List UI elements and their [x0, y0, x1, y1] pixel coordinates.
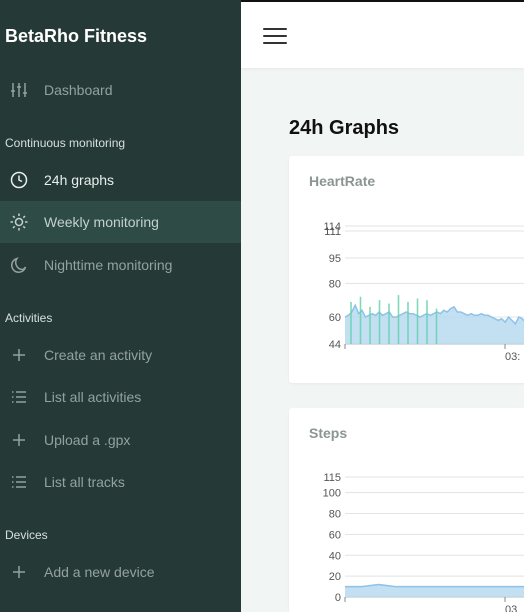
plus-icon: [10, 346, 28, 364]
sliders-icon: [10, 81, 28, 99]
section-title-activities: Activities: [5, 311, 53, 325]
steps-card: Steps 0 20 40 60 80 100 115 03: [289, 408, 524, 612]
sidebar-item-list-activities[interactable]: List all activities: [0, 376, 241, 418]
y-tick-label: 60: [329, 312, 341, 324]
app-brand[interactable]: BetaRho Fitness: [5, 26, 147, 47]
y-tick-label: 80: [329, 278, 341, 290]
moon-icon: [10, 256, 28, 274]
steps-chart[interactable]: 0 20 40 60 80 100 115 03: [289, 408, 524, 612]
sidebar-item-dashboard[interactable]: Dashboard: [0, 69, 241, 111]
sidebar: BetaRho Fitness Dashboard Continuous mon…: [0, 0, 241, 612]
plus-icon: [10, 563, 28, 581]
page-title: 24h Graphs: [289, 117, 400, 139]
sidebar-item-add-device[interactable]: Add a new device: [0, 551, 241, 593]
sidebar-item-label: Nighttime monitoring: [44, 257, 173, 273]
series-area: [345, 305, 524, 344]
sun-icon: [10, 213, 28, 231]
y-tick-label: 40: [329, 550, 341, 562]
y-tick-label: 95: [329, 253, 341, 265]
y-tick-label: 60: [329, 529, 341, 541]
section-title-devices: Devices: [5, 528, 48, 542]
sidebar-item-label: Dashboard: [44, 82, 113, 98]
sidebar-item-label: Create an activity: [44, 347, 153, 363]
y-tick-label: 100: [323, 488, 341, 500]
hamburger-icon[interactable]: [263, 26, 287, 46]
sidebar-item-24h-graphs[interactable]: 24h graphs: [0, 159, 241, 201]
list-icon: [10, 388, 28, 406]
y-tick-label: 44: [329, 339, 341, 351]
sidebar-item-upload-gpx[interactable]: Upload a .gpx: [0, 419, 241, 461]
y-tick-label: 0: [335, 592, 341, 604]
x-tick-label: 03:: [505, 351, 520, 363]
topbar: [241, 0, 524, 68]
list-icon: [10, 606, 28, 612]
heartrate-card: HeartRate 44 60 80 95 111 114 03:: [289, 156, 524, 383]
heartrate-chart[interactable]: 4460809511111403:: [289, 156, 524, 383]
y-tick-label: 114: [323, 221, 341, 233]
sidebar-item-list-devices[interactable]: [0, 594, 241, 612]
sidebar-item-label: 24h graphs: [44, 172, 115, 188]
plus-icon: [10, 431, 28, 449]
sidebar-item-label: Upload a .gpx: [44, 432, 131, 448]
y-tick-label: 115: [323, 472, 341, 484]
sidebar-item-label: Add a new device: [44, 564, 155, 580]
sidebar-item-create-activity[interactable]: Create an activity: [0, 334, 241, 376]
sidebar-item-list-tracks[interactable]: List all tracks: [0, 461, 241, 503]
y-tick-label: 80: [329, 509, 341, 521]
sidebar-item-label: List all activities: [44, 389, 142, 405]
sidebar-item-nighttime-monitoring[interactable]: Nighttime monitoring: [0, 244, 241, 286]
section-title-continuous: Continuous monitoring: [5, 136, 126, 150]
list-icon: [10, 473, 28, 491]
y-tick-label: 20: [329, 571, 341, 583]
sidebar-item-label: Weekly monitoring: [44, 214, 159, 230]
sidebar-item-label: List all tracks: [44, 474, 125, 490]
x-tick-label: 03: [505, 604, 517, 612]
clock-icon: [10, 171, 28, 189]
sidebar-item-weekly-monitoring[interactable]: Weekly monitoring: [0, 201, 241, 243]
